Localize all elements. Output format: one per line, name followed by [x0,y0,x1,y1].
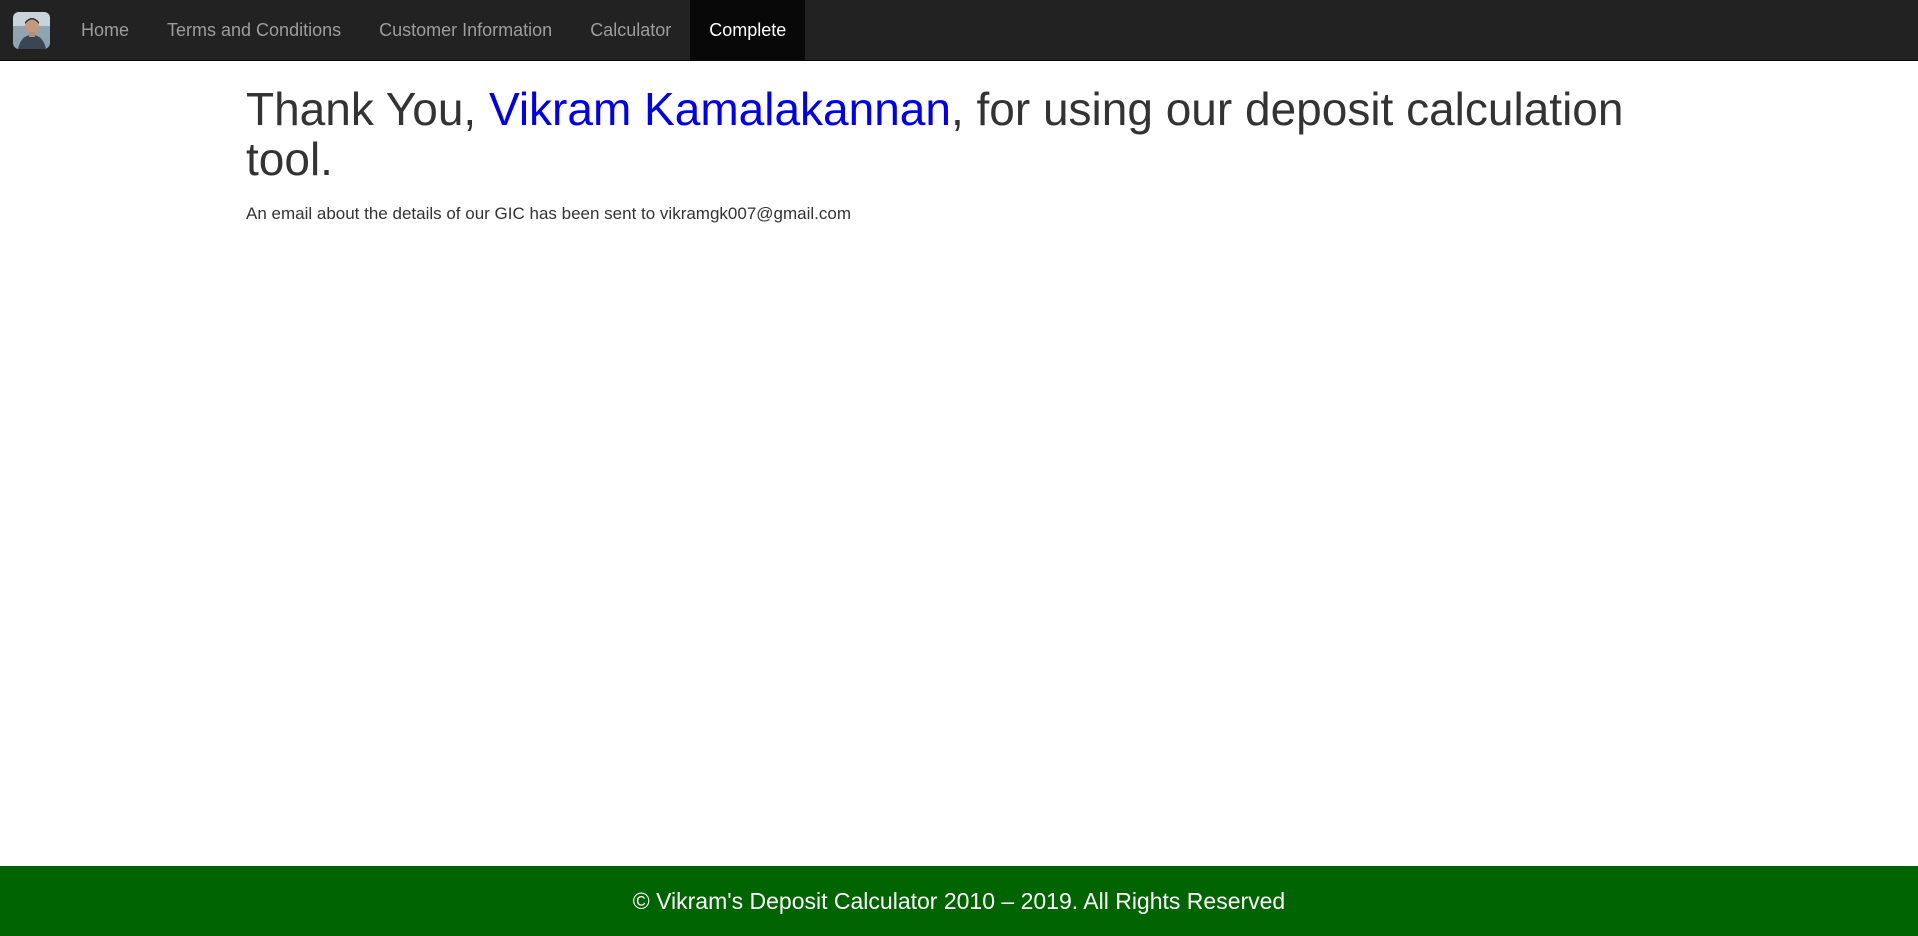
main-content: Thank You, Vikram Kamalakannan, for usin… [246,84,1676,225]
thank-you-heading: Thank You, Vikram Kamalakannan, for usin… [246,84,1676,184]
nav-item-complete[interactable]: Complete [690,0,806,61]
brand-logo-link[interactable] [0,0,62,61]
footer: © Vikram's Deposit Calculator 2010 – 201… [0,866,1918,936]
top-navbar: Home Terms and Conditions Customer Infor… [0,0,1918,61]
nav-item-home[interactable]: Home [62,0,148,61]
email-confirmation-text: An email about the details of our GIC ha… [246,204,852,223]
page: Home Terms and Conditions Customer Infor… [0,0,1918,936]
nav-item-terms-and-conditions[interactable]: Terms and Conditions [148,0,360,61]
customer-name: Vikram Kamalakannan [488,83,951,135]
nav-menu: Home Terms and Conditions Customer Infor… [62,0,806,61]
footer-copyright: © Vikram's Deposit Calculator 2010 – 201… [632,887,1286,914]
nav-item-customer-information[interactable]: Customer Information [360,0,571,61]
nav-item-calculator[interactable]: Calculator [571,0,690,61]
heading-prefix: Thank You, [246,83,489,135]
user-avatar-icon [12,12,50,49]
